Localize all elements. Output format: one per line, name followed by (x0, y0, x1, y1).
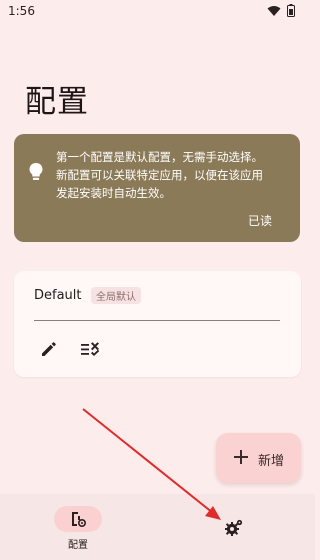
edit-icon[interactable] (40, 340, 58, 358)
add-config-label: 新增 (258, 454, 285, 469)
config-card[interactable]: Default 全局默认 (14, 271, 301, 377)
nav-active-indicator (54, 506, 102, 532)
config-icon (72, 512, 87, 528)
tip-dismiss-button[interactable]: 已读 (248, 212, 272, 229)
bottom-nav: 配置 (0, 494, 315, 560)
tip-message: 第一个配置是默认配置，无需手动选择。 新配置可以关联特定应用，以便在该应用 发起… (56, 148, 292, 202)
tip-line-1: 第一个配置是默认配置，无需手动选择。 (56, 150, 263, 164)
settings-gear-icon[interactable] (224, 518, 244, 538)
list-check-icon[interactable] (80, 340, 100, 358)
nav-label-configs: 配置 (68, 540, 88, 551)
status-icons (267, 4, 295, 17)
wifi-icon (267, 5, 281, 16)
tip-card: 第一个配置是默认配置，无需手动选择。 新配置可以关联特定应用，以便在该应用 发起… (14, 134, 300, 242)
page-title: 配置 (25, 84, 89, 120)
lightbulb-icon (29, 163, 43, 180)
tip-line-2: 新配置可以关联特定应用，以便在该应用 (56, 168, 263, 182)
status-time: 1:56 (8, 4, 35, 18)
status-bar: 1:56 (0, 0, 315, 24)
plus-icon (234, 450, 248, 464)
card-divider (34, 320, 280, 321)
config-name: Default (34, 288, 82, 303)
default-badge: 全局默认 (91, 287, 141, 304)
nav-item-configs[interactable]: 配置 (52, 504, 104, 556)
tip-line-3: 发起安装时自动生效。 (56, 186, 171, 200)
battery-icon (287, 4, 295, 17)
add-config-button[interactable]: 新增 (216, 433, 301, 483)
